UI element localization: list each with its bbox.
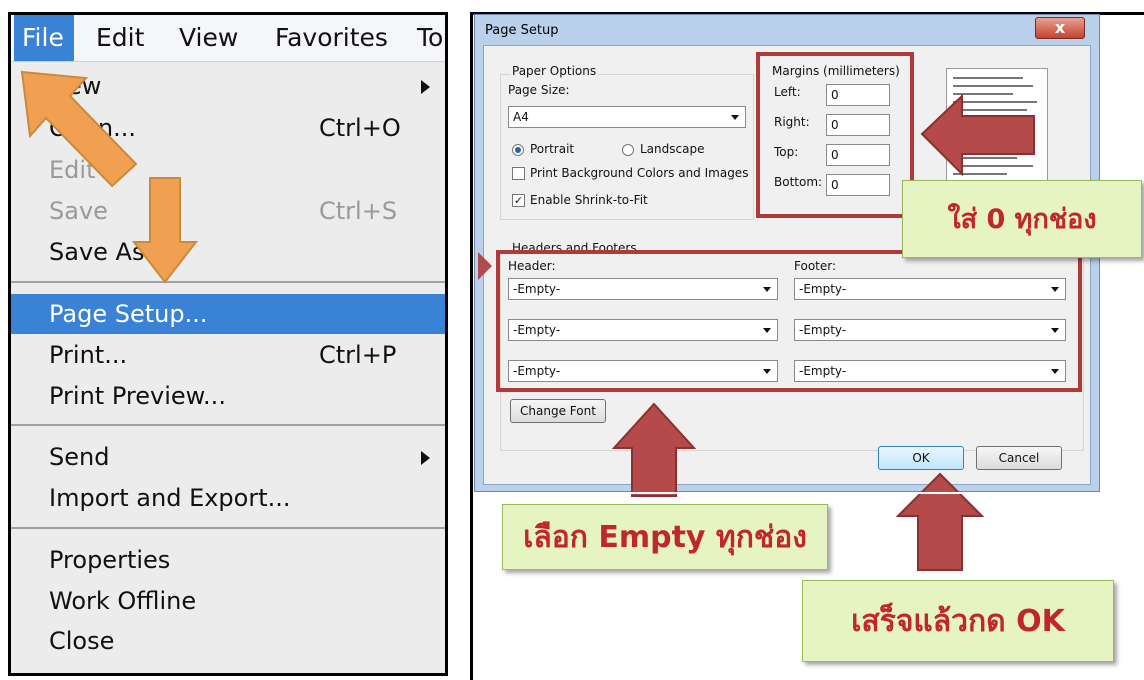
paper-options-label: Paper Options [510,64,599,78]
headers-highlight-box [496,250,1082,392]
menu-item-import-export[interactable]: Import and Export... [11,478,445,518]
chevron-down-icon [731,115,739,120]
dialog-title: Page Setup [485,23,559,38]
margins-highlight-box [756,52,914,218]
shrink-to-fit-label: Enable Shrink-to-Fit [530,193,648,207]
menu-favorites[interactable]: Favorites [275,15,388,61]
portrait-radio[interactable] [512,144,524,156]
menu-item-label: Properties [49,546,171,574]
menu-item-save: Save Ctrl+S [11,191,445,231]
ok-callout: เสร็จแล้วกด OK [802,580,1114,662]
menu-file[interactable]: File [14,15,74,61]
menu-item-print-preview[interactable]: Print Preview... [11,376,445,416]
file-dropdown-menu: New Open... Ctrl+O Edit Save Ctrl+S Save… [11,62,445,673]
menu-item-shortcut: Ctrl+S [319,197,398,225]
menu-item-edit: Edit [11,150,445,190]
headers-callout: เลือก Empty ทุกช่อง [502,504,828,570]
menu-tools[interactable]: To [417,15,443,61]
menu-item-label: Work Offline [49,587,197,615]
portrait-label: Portrait [530,142,575,156]
menu-item-label: Page Setup... [49,300,208,328]
menu-item-close[interactable]: Close [11,621,445,661]
menu-item-work-offline[interactable]: Work Offline [11,581,445,621]
menu-view[interactable]: View [179,15,238,61]
menu-separator [11,424,445,426]
menu-separator [11,527,445,529]
menu-item-label: Close [49,627,115,655]
menu-separator [11,281,445,283]
landscape-label: Landscape [640,142,705,156]
menu-item-label: Print Preview... [49,382,226,410]
menu-item-label: Print... [49,341,128,369]
submenu-arrow-icon [421,80,430,94]
menu-item-shortcut: Ctrl+P [319,341,397,369]
page-size-label: Page Size: [508,83,570,97]
menu-item-page-setup[interactable]: Page Setup... [11,294,445,334]
menu-bar: File Edit View Favorites To [11,15,445,62]
submenu-arrow-icon [421,451,430,465]
change-font-button[interactable]: Change Font [510,399,606,423]
menu-item-print[interactable]: Print... Ctrl+P [11,335,445,375]
menu-item-shortcut: Ctrl+O [319,114,401,142]
landscape-radio[interactable] [622,144,634,156]
menu-edit[interactable]: Edit [96,15,144,61]
menu-item-save-as[interactable]: Save As... [11,232,445,272]
page-size-value: A4 [513,110,529,124]
menu-item-send[interactable]: Send [11,437,445,477]
print-background-label: Print Background Colors and Images [530,166,749,180]
page-size-select[interactable]: A4 [508,106,746,128]
shrink-to-fit-checkbox[interactable]: ✓ [512,194,525,207]
dialog-bottom-strip [516,492,1100,494]
red-up-arrow-ok-icon [895,472,985,571]
menu-item-label: Import and Export... [49,484,291,512]
ok-button[interactable]: OK [878,446,964,470]
menu-item-label: Save [49,197,108,225]
margins-callout: ใส่ 0 ทุกช่อง [902,180,1142,258]
cancel-button[interactable]: Cancel [976,446,1062,470]
close-button[interactable]: x [1035,17,1085,39]
menu-item-properties[interactable]: Properties [11,540,445,580]
print-background-checkbox[interactable] [512,167,525,180]
menu-item-label: Send [49,443,110,471]
